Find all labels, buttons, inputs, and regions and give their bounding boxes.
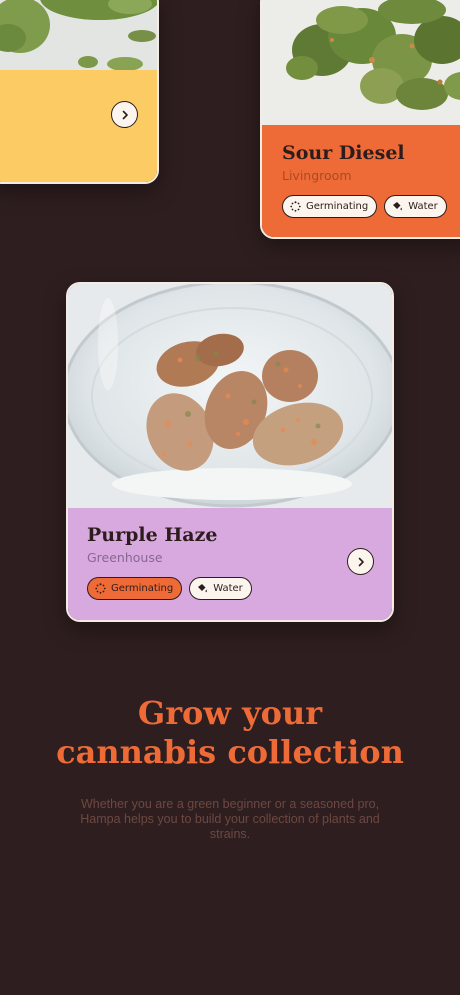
chevron-right-icon xyxy=(358,557,364,566)
plant-photo xyxy=(262,0,460,125)
plant-card-3[interactable]: Purple Haze Greenhouse Germinating Water xyxy=(66,282,394,622)
open-plant-button[interactable] xyxy=(347,548,374,575)
tag-label: Water xyxy=(213,583,243,594)
card-body: Sour Diesel Livingroom Germinating Water xyxy=(262,125,460,237)
chevron-right-icon xyxy=(122,110,128,119)
onboarding-description: Whether you are a green beginner or a se… xyxy=(80,797,380,841)
water-icon xyxy=(198,584,208,593)
plant-card-1[interactable] xyxy=(0,0,159,184)
tag-label: Germinating xyxy=(111,583,174,594)
plant-card-2[interactable]: Sour Diesel Livingroom Germinating Water xyxy=(260,0,460,239)
germinating-icon xyxy=(95,583,106,594)
plant-name: Purple Haze xyxy=(87,524,218,546)
tag-label: Germinating xyxy=(306,201,369,212)
tag-water[interactable]: Water xyxy=(384,195,447,218)
tag-label: Water xyxy=(408,201,438,212)
headline-line-1: Grow your xyxy=(137,694,323,732)
tag-germinating[interactable]: Germinating xyxy=(282,195,378,218)
tag-list: Germinating Water xyxy=(87,577,252,600)
water-icon xyxy=(393,202,403,211)
plant-photo xyxy=(68,284,392,508)
card-body xyxy=(0,70,157,182)
plant-location: Livingroom xyxy=(282,168,352,183)
tag-water[interactable]: Water xyxy=(189,577,252,600)
headline-line-2: cannabis collection xyxy=(56,733,404,771)
plant-location: Greenhouse xyxy=(87,550,163,565)
germinating-icon xyxy=(290,201,301,212)
card-body: Purple Haze Greenhouse Germinating Water xyxy=(68,508,392,620)
tag-list: Germinating Water xyxy=(282,195,447,218)
open-plant-button[interactable] xyxy=(111,101,138,128)
tag-germinating[interactable]: Germinating xyxy=(87,577,183,600)
plant-name: Sour Diesel xyxy=(282,142,405,164)
plant-photo xyxy=(0,0,157,70)
